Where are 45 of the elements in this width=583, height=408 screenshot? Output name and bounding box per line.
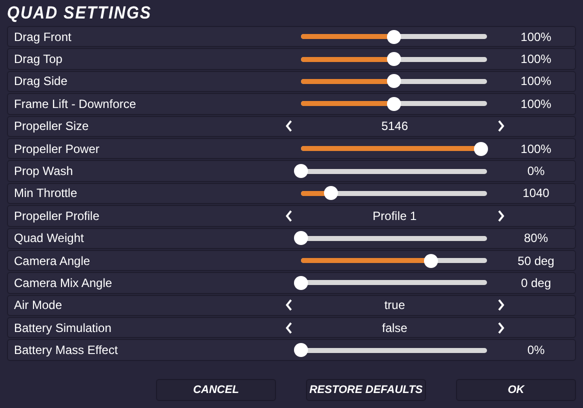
setting-label: Camera Mix Angle: [14, 276, 114, 290]
stepper-value: 5146: [381, 119, 408, 134]
setting-value: 100%: [520, 30, 552, 44]
setting-label: Camera Angle: [14, 254, 92, 268]
slider-thumb[interactable]: [294, 276, 308, 290]
setting-value: 0 deg: [520, 276, 552, 290]
slider-thumb[interactable]: [387, 96, 401, 111]
dialog-button[interactable]: RESTORE DEFAULTS: [306, 378, 426, 401]
setting-label: Propeller Profile: [14, 208, 100, 223]
setting-label: Min Throttle: [14, 186, 78, 200]
setting-value: 100%: [520, 96, 552, 111]
setting-label: Battery Mass Effect: [14, 343, 119, 358]
setting-label: Propeller Power: [14, 142, 100, 156]
setting-label: Drag Front: [14, 30, 72, 44]
setting-value: 50 deg: [516, 254, 556, 268]
dialog-button[interactable]: CANCEL: [156, 378, 276, 401]
setting-label: Frame Lift - Downforce: [14, 96, 138, 111]
stepper-value: true: [384, 298, 406, 312]
slider-thumb[interactable]: [294, 343, 308, 358]
setting-value: 80%: [522, 231, 550, 246]
window-title: QUAD SETTINGS: [7, 3, 153, 25]
setting-label: Prop Wash: [14, 164, 74, 178]
slider-thumb[interactable]: [387, 52, 401, 66]
dialog-button[interactable]: OK: [456, 378, 576, 401]
setting-label: Battery Simulation: [14, 320, 112, 335]
setting-label: Air Mode: [14, 298, 64, 312]
setting-label: Drag Side: [14, 74, 68, 88]
slider-thumb[interactable]: [424, 254, 438, 268]
slider-thumb[interactable]: [294, 164, 308, 178]
setting-label: Quad Weight: [14, 231, 85, 246]
setting-value: 100%: [520, 52, 552, 66]
setting-value: 100%: [520, 142, 552, 156]
slider-thumb[interactable]: [474, 142, 488, 156]
slider-thumb[interactable]: [324, 186, 338, 200]
setting-label: Propeller Size: [14, 119, 90, 134]
slider-thumb[interactable]: [387, 74, 401, 88]
slider-thumb[interactable]: [387, 30, 401, 44]
setting-value: 100%: [520, 74, 552, 88]
slider-thumb[interactable]: [294, 231, 308, 246]
stepper-value: Profile 1: [372, 208, 417, 223]
setting-label: Drag Top: [14, 52, 64, 66]
stepper-value: false: [382, 320, 408, 335]
setting-value: 1040: [522, 186, 550, 200]
setting-value: 0%: [526, 343, 546, 358]
setting-value: 0%: [526, 164, 546, 178]
